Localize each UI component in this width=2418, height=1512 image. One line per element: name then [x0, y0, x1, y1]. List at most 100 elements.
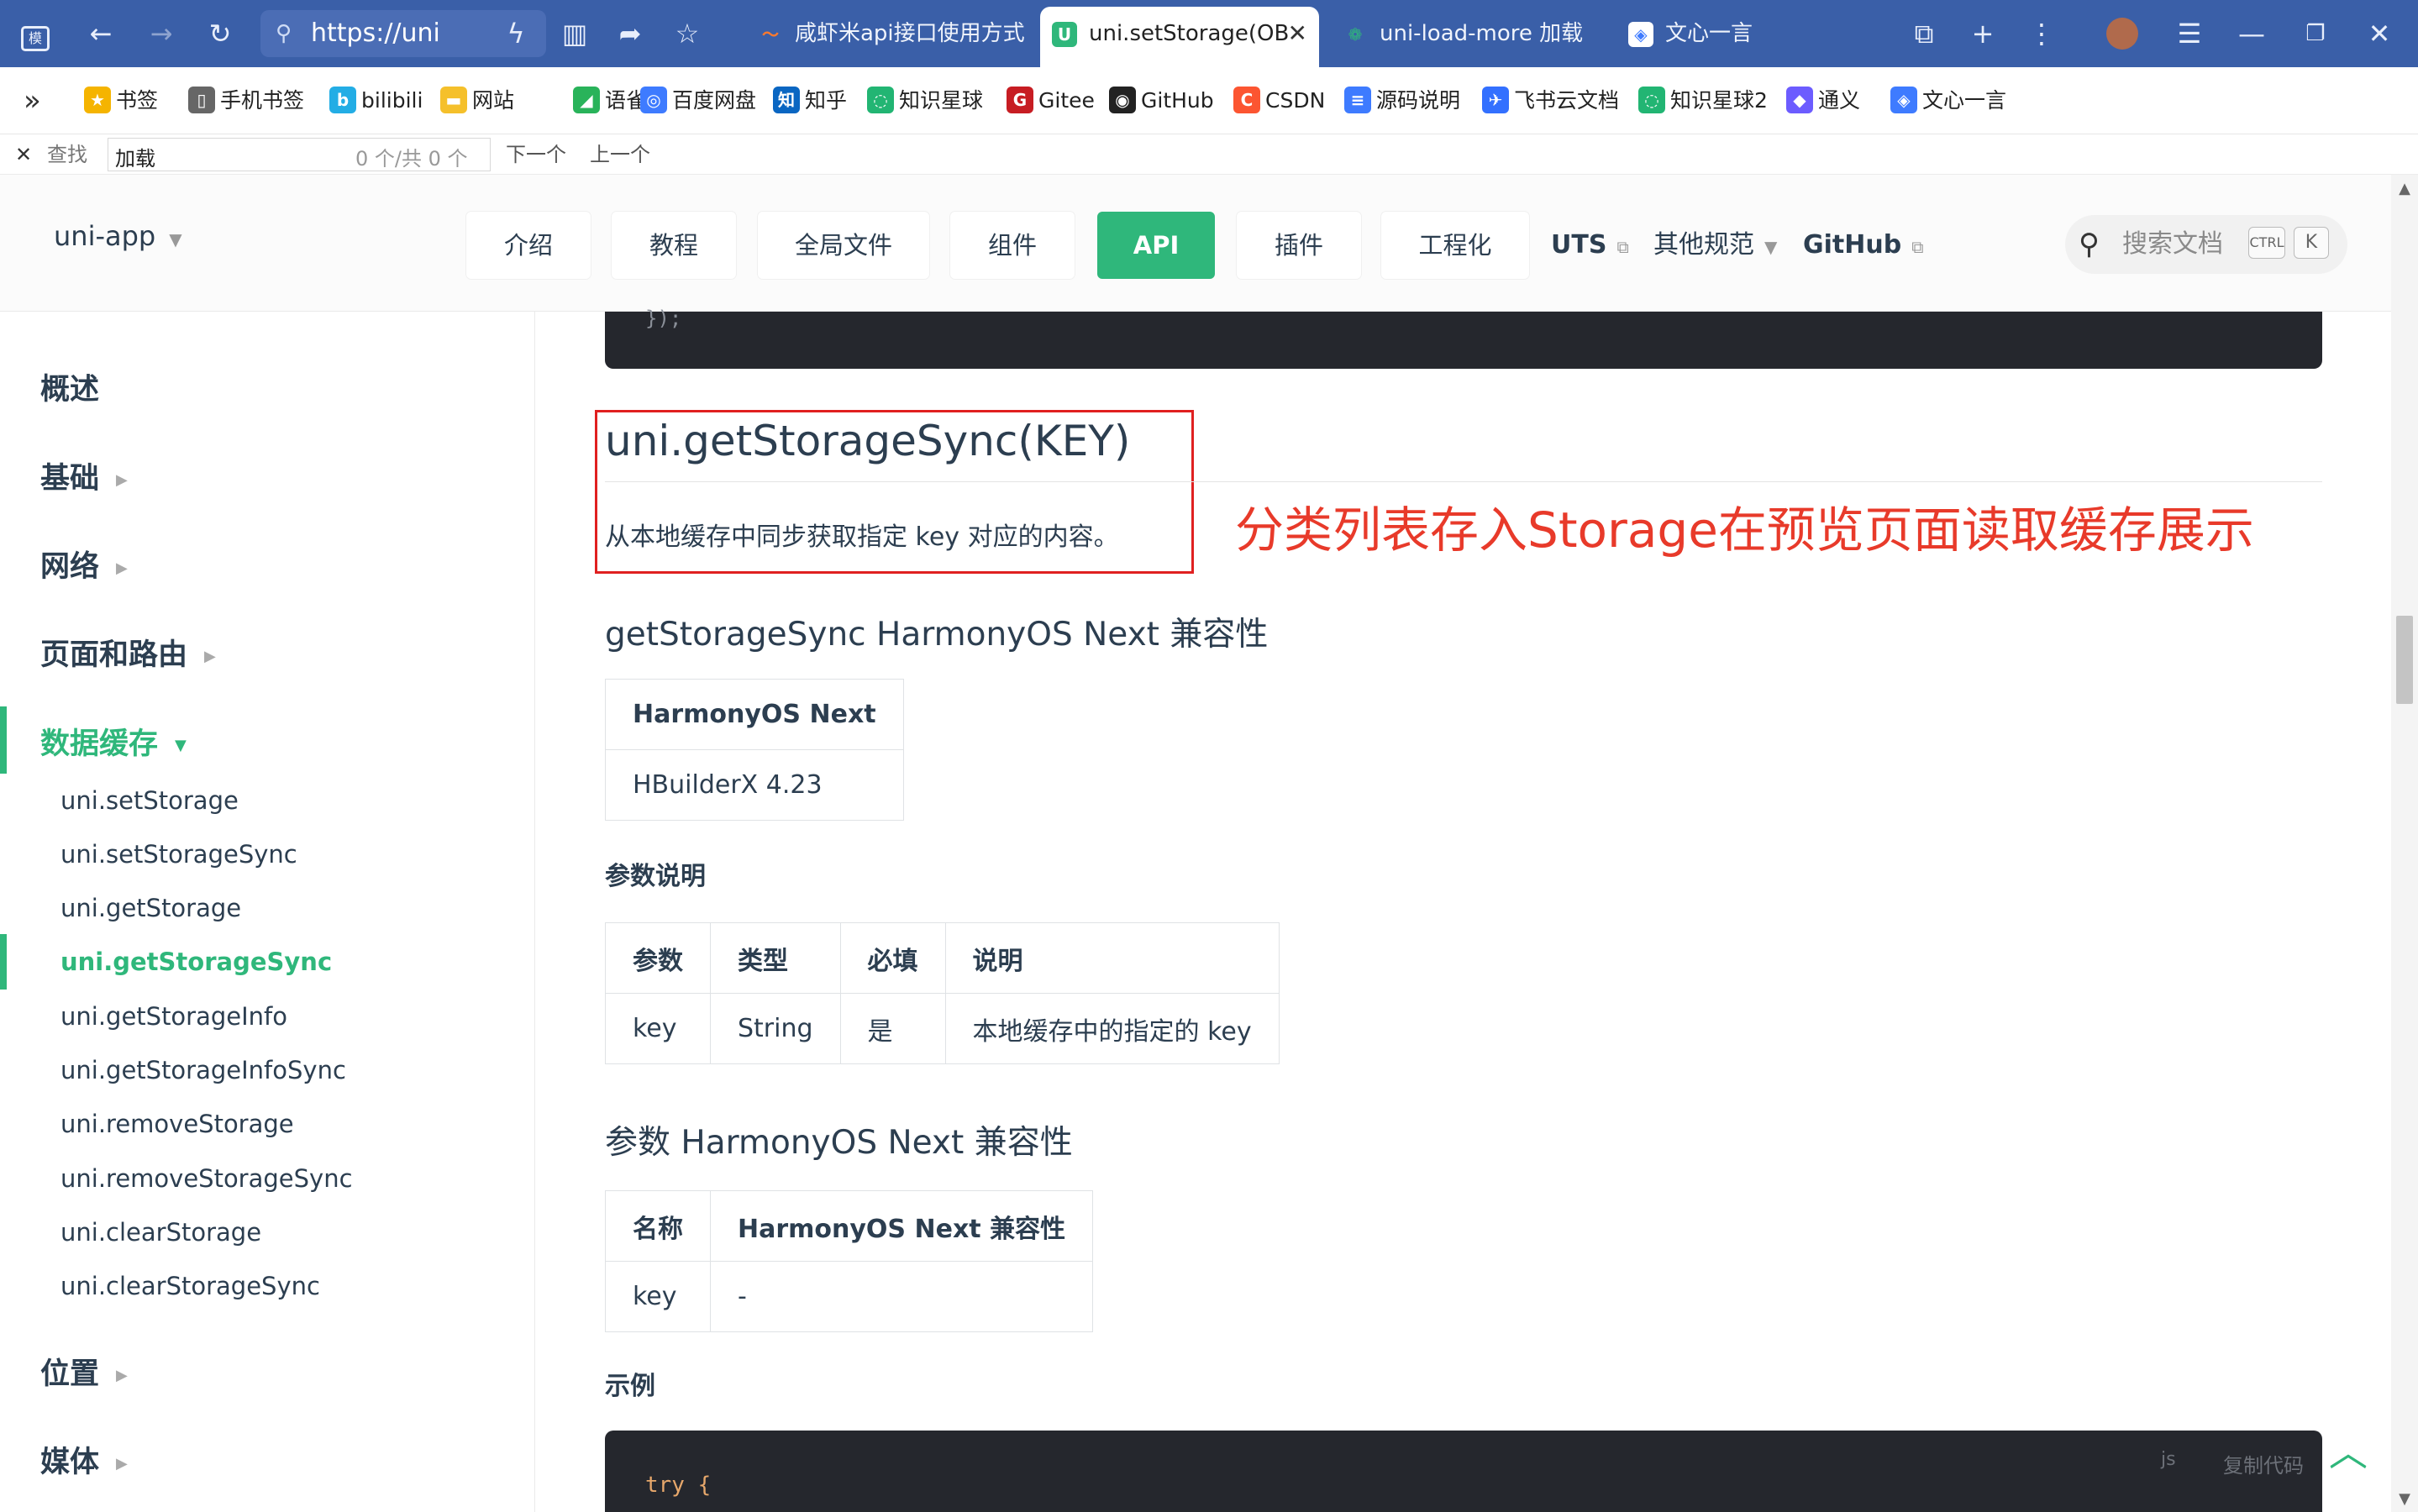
sidebar-section-location[interactable]: 位置 ▶ [40, 1350, 128, 1393]
bookmark-item[interactable]: ✈ 飞书云文档 [1480, 67, 1619, 134]
new-tab-icon[interactable]: + [1963, 13, 2003, 54]
bookmark-item[interactable]: G Gitee [1005, 67, 1095, 134]
scroll-up-icon[interactable]: ▲ [2391, 180, 2418, 197]
bookmark-item[interactable]: ◢ 语雀 [571, 67, 647, 134]
restore-icon[interactable]: ❐ [2295, 13, 2336, 54]
tab-3[interactable]: ❁ uni-load-more 加载 [1331, 7, 1591, 67]
bookmark-item[interactable]: ◆ 通义 [1785, 67, 1860, 134]
nav-uts-link[interactable]: UTS ⧉ [1551, 212, 1629, 279]
sidebar-item-getStorageInfoSync[interactable]: uni.getStorageInfoSync [60, 1056, 346, 1084]
site-logo[interactable]: uni-app ▼ [54, 220, 182, 252]
bookmark-icon: ◌ [1638, 87, 1665, 113]
nav-global-files[interactable]: 全局文件 [758, 212, 929, 279]
sidebar-item-clearStorageSync[interactable]: uni.clearStorageSync [60, 1272, 320, 1300]
minimize-icon[interactable]: — [2231, 13, 2272, 54]
tab-favicon: U [1052, 22, 1077, 47]
bookmark-item[interactable]: ≡ 源码说明 [1343, 67, 1460, 134]
bookmark-item[interactable]: ◌ 知识星球2 [1637, 67, 1768, 134]
scroll-down-icon[interactable]: ▼ [2391, 1490, 2418, 1508]
params-header-required: 必填 [839, 922, 946, 994]
tab-list-icon[interactable]: 模 [15, 13, 55, 54]
sidebar-item-removeStorage[interactable]: uni.removeStorage [60, 1110, 294, 1138]
bookmark-item[interactable]: ▯ 手机书签 [187, 67, 304, 134]
nav-tutorial[interactable]: 教程 [612, 212, 736, 279]
forward-icon[interactable]: → [141, 13, 181, 54]
annotation-text: 分类列表存入Storage在预览页面读取缓存展示 [1235, 501, 2254, 559]
tab-2-active[interactable]: Uuni.setStorage(OB ✕ [1040, 7, 1319, 67]
favorite-icon[interactable]: ☆ [667, 13, 707, 54]
scrollbar-thumb[interactable] [2396, 616, 2413, 704]
find-close-icon[interactable]: ✕ [15, 134, 32, 175]
close-tab-icon[interactable]: ✕ [1288, 7, 1307, 60]
params-header-desc: 说明 [944, 922, 1280, 994]
lightning-icon[interactable]: ϟ [496, 13, 536, 54]
bookmark-item[interactable]: ◌ 知识星球 [865, 67, 983, 134]
bookmark-item[interactable]: ◈ 文心一言 [1889, 67, 2006, 134]
bookmark-label: 网站 [472, 88, 515, 113]
bookmark-icon: G [1007, 87, 1033, 113]
sidebar-section-basics[interactable]: 基础 ▶ [40, 454, 128, 497]
page-scrollbar[interactable]: ▲ ▼ [2391, 175, 2418, 1512]
sidebar-item-clearStorage[interactable]: uni.clearStorage [60, 1218, 261, 1247]
extensions-icon[interactable]: ⧉ [1904, 13, 1944, 54]
sidebar-item-removeStorageSync[interactable]: uni.removeStorageSync [60, 1164, 353, 1193]
sidebar-section-label: 概述 [40, 373, 100, 407]
nav-api[interactable]: API [1097, 212, 1215, 279]
bookmark-item[interactable]: ◎ 百度网盘 [639, 67, 756, 134]
menu-icon[interactable]: ☰ [2169, 13, 2210, 54]
find-next-button[interactable]: 下一个 [506, 134, 566, 175]
bookmark-icon: 知 [773, 87, 800, 113]
chevron-down-icon: ▼ [175, 736, 187, 754]
nav-plugins[interactable]: 插件 [1237, 212, 1361, 279]
bookmark-icon: ≡ [1344, 87, 1371, 113]
bookmark-label: 知乎 [805, 88, 848, 113]
sidebar-section-pages-routing[interactable]: 页面和路由 ▶ [40, 631, 216, 674]
bookmark-label: bilibili [361, 88, 423, 113]
nav-github-link[interactable]: GitHub ⧉ [1803, 212, 1923, 279]
copy-code-button[interactable]: 复制代码 [2223, 1449, 2304, 1478]
back-to-top-icon[interactable]: ︿ [2329, 1422, 2368, 1478]
bookmark-item[interactable]: ◉ GitHub [1107, 67, 1214, 134]
tab-favicon: ❁ [1348, 24, 1363, 45]
nav-other-specs[interactable]: 其他规范 ▼ [1653, 212, 1777, 279]
bookmark-icon: ◆ [1786, 87, 1813, 113]
sidebar-active-indicator [0, 706, 7, 774]
avatar[interactable] [2102, 13, 2142, 54]
web-page: uni-app ▼ 介绍 教程 全局文件 组件 API 插件 工程化 UTS ⧉ 其… [0, 175, 2391, 1512]
bookmark-item[interactable]: ▬ 网站 [439, 67, 514, 134]
find-input[interactable]: 加载 0 个/共 0 个 [108, 138, 491, 171]
sidebar-item-getStorageSync[interactable]: uni.getStorageSync [60, 948, 332, 976]
nav-components[interactable]: 组件 [950, 212, 1075, 279]
find-prev-button[interactable]: 上一个 [590, 134, 650, 175]
bookmark-icon: ◢ [573, 87, 600, 113]
bookmark-item[interactable]: C CSDN [1232, 67, 1325, 134]
sidebar-item-getStorageInfo[interactable]: uni.getStorageInfo [60, 1002, 287, 1031]
reload-icon[interactable]: ↻ [200, 13, 240, 54]
back-icon[interactable]: ← [81, 13, 121, 54]
bookmark-item[interactable]: b bilibili [328, 67, 423, 134]
sidebar-section-overview[interactable]: 概述 [40, 365, 99, 408]
search-icon: ⚲ [2079, 228, 2100, 261]
doc-search-input[interactable]: ⚲ 搜索文档 CTRL K [2065, 215, 2347, 274]
title-divider [605, 481, 2322, 482]
share-icon[interactable]: ➦ [610, 13, 650, 54]
sidebar-section-network[interactable]: 网络 ▶ [40, 543, 128, 585]
nav-intro[interactable]: 介绍 [466, 212, 591, 279]
sidebar-section-data-cache[interactable]: 数据缓存 ▼ [40, 720, 187, 763]
reader-icon[interactable]: ▥ [555, 13, 595, 54]
sidebar-item-setStorageSync[interactable]: uni.setStorageSync [60, 840, 297, 869]
nav-engineering[interactable]: 工程化 [1381, 212, 1529, 279]
sidebar-section-media[interactable]: 媒体 ▶ [40, 1438, 128, 1481]
code-line: }); [645, 307, 682, 330]
bookmark-item[interactable]: 知知乎 [771, 67, 847, 134]
close-window-icon[interactable]: ✕ [2359, 13, 2400, 54]
sidebar-item-getStorage[interactable]: uni.getStorage [60, 894, 241, 922]
sidebar-item-setStorage[interactable]: uni.setStorage [60, 786, 239, 815]
code-block-previous: }); [605, 308, 2322, 369]
tab-4[interactable]: ◈ 文心一言 [1616, 7, 1810, 67]
more-icon[interactable]: ⋮ [2021, 13, 2062, 54]
bookmarks-expand-icon[interactable]: » [0, 67, 41, 134]
tab-1[interactable]: 〜咸虾米api接口使用方式 [746, 7, 1030, 67]
bookmark-item[interactable]: ★ 书签 [82, 67, 158, 134]
tab-label: 咸虾米api接口使用方式 [795, 21, 1025, 46]
